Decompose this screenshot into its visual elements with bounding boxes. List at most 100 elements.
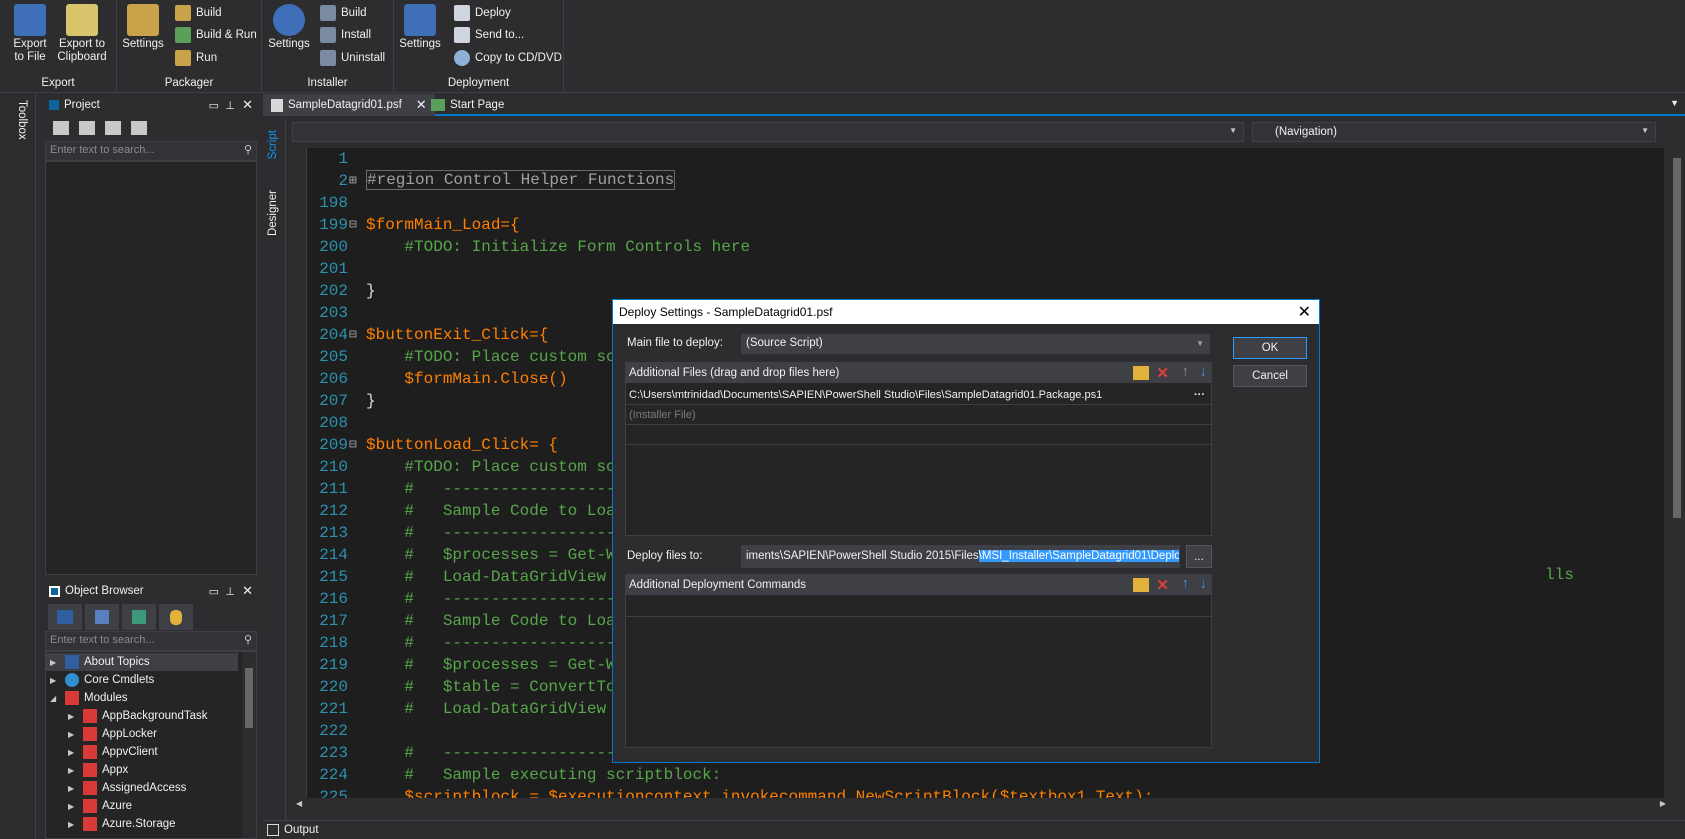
browse-button[interactable]: ... — [1186, 545, 1212, 568]
tree-item-modules[interactable]: ◢ Modules — [50, 689, 127, 707]
tree-item-module[interactable]: ▶ AssignedAccess — [68, 779, 186, 797]
tree-item-about-topics[interactable]: ▶ About Topics — [46, 653, 238, 671]
pin-icon[interactable]: ⊥ — [225, 585, 235, 598]
file-row[interactable]: C:\Users\mtrinidad\Documents\SAPIEN\Powe… — [626, 385, 1211, 405]
row-more-button[interactable]: ··· — [1194, 389, 1205, 401]
tree-item-module[interactable]: ▶ AppBackgroundTask — [68, 707, 207, 725]
folder-icon[interactable] — [131, 121, 147, 135]
send-to-button[interactable]: Send to... — [454, 25, 524, 45]
tab-database[interactable] — [159, 604, 193, 630]
dropdown-arrow-icon: ▼ — [1229, 126, 1237, 135]
tree-item-module[interactable]: ▶ AppvClient — [68, 743, 158, 761]
installer-build-button[interactable]: Build — [320, 3, 367, 23]
editor-vertical-scrollbar[interactable] — [1670, 150, 1685, 798]
deploy-button[interactable]: Deploy — [454, 3, 511, 23]
tree-scrollbar[interactable] — [242, 652, 256, 838]
move-down-icon[interactable]: ↓ — [1200, 363, 1208, 380]
navigation-dropdown[interactable]: (Navigation) ▼ — [1252, 122, 1656, 142]
editor-horizontal-scrollbar[interactable]: ◀ ▶ — [292, 798, 1670, 812]
scrollbar-thumb[interactable] — [1673, 158, 1681, 518]
tab-start-page[interactable]: Start Page — [423, 94, 512, 116]
command-row-empty[interactable] — [626, 597, 1211, 617]
add-folder-icon[interactable] — [1133, 366, 1149, 380]
additional-files-list[interactable]: Additional Files (drag and drop files he… — [625, 362, 1212, 536]
packager-run-button[interactable]: Run — [175, 48, 217, 68]
scrollbar-thumb[interactable] — [245, 668, 253, 728]
maximize-icon[interactable]: ▭ — [209, 585, 219, 598]
project-search-input[interactable]: Enter text to search... ⚲ — [45, 141, 257, 161]
export-to-clipboard-button[interactable]: Export to Clipboard — [56, 4, 108, 64]
tab-dropdown-icon[interactable]: ▼ — [1670, 98, 1679, 108]
output-panel-tab[interactable]: Output — [263, 820, 1685, 839]
ok-button[interactable]: OK — [1233, 337, 1307, 359]
deployment-commands-header: Additional Deployment Commands ✕ ↑ ↓ — [626, 575, 1211, 595]
close-icon[interactable]: ✕ — [242, 97, 253, 113]
start-page-icon — [431, 99, 445, 111]
file-row-empty[interactable] — [626, 425, 1211, 445]
line-number: 210 — [319, 458, 348, 476]
packager-build-run-button[interactable]: Build & Run — [175, 25, 257, 45]
deployment-settings-button[interactable]: Settings — [398, 4, 442, 51]
fold-toggle-icon[interactable]: ⊟ — [349, 324, 357, 346]
tree-item-module[interactable]: ▶ AppLocker — [68, 725, 157, 743]
new-folder-icon[interactable] — [105, 121, 121, 135]
packager-build-run-label: Build & Run — [196, 29, 257, 41]
packager-group-label: Packager — [164, 77, 214, 89]
fold-toggle-icon[interactable]: ⊟ — [349, 214, 357, 236]
clipboard-icon — [66, 4, 98, 36]
project-panel: Project ▭ ⊥ ✕ Enter text to search... ⚲ — [45, 95, 257, 577]
maximize-icon[interactable]: ▭ — [209, 99, 219, 112]
code-text: # ---------------------- — [366, 524, 655, 542]
tree-item-module[interactable]: ▶ Azure.Storage — [68, 815, 176, 833]
deployment-group-label: Deployment — [447, 77, 510, 89]
deploy-path-input[interactable]: iments\SAPIEN\PowerShell Studio 2015\Fil… — [741, 545, 1180, 568]
packager-settings-button[interactable]: Settings — [121, 4, 165, 51]
delete-icon[interactable]: ✕ — [1156, 364, 1169, 382]
ribbon-group-installer: Settings Build Install Uninstall Install… — [262, 0, 394, 93]
copy-cd-button[interactable]: Copy to CD/DVD — [454, 48, 562, 68]
cancel-button[interactable]: Cancel — [1233, 365, 1307, 387]
additional-files-label: Additional Files (drag and drop files he… — [629, 367, 840, 379]
deployment-commands-label: Additional Deployment Commands — [629, 579, 807, 591]
object-search-input[interactable]: Enter text to search... ⚲ — [45, 631, 257, 651]
line-number: 206 — [319, 370, 348, 388]
tab-script[interactable]: Script — [267, 130, 279, 159]
move-up-icon[interactable]: ↑ — [1182, 363, 1190, 380]
add-folder-icon[interactable] — [1133, 578, 1149, 592]
line-number: 204 — [319, 326, 348, 344]
tree-item-module[interactable]: ▶ Azure — [68, 797, 132, 815]
dialog-close-icon[interactable]: ✕ — [1298, 302, 1311, 322]
export-to-file-button[interactable]: Export to File — [6, 4, 54, 64]
tree-item-core-cmdlets[interactable]: ▶ Core Cmdlets — [50, 671, 154, 689]
tab-dotnet[interactable] — [85, 604, 119, 630]
additional-files-header: Additional Files (drag and drop files he… — [626, 363, 1211, 383]
pin-icon[interactable]: ⊥ — [225, 99, 235, 112]
installer-settings-button[interactable]: Settings — [267, 4, 311, 51]
tab-wmi[interactable] — [122, 604, 156, 630]
packager-build-button[interactable]: Build — [175, 3, 222, 23]
fold-toggle-icon[interactable]: ⊞ — [349, 170, 357, 192]
scroll-left-icon[interactable]: ◀ — [296, 799, 302, 808]
fold-toggle-icon[interactable]: ⊟ — [349, 434, 357, 456]
main-file-dropdown[interactable]: (Source Script) ▼ — [741, 334, 1210, 354]
new-file-icon[interactable] — [53, 121, 69, 135]
file-row[interactable]: (Installer File) — [626, 405, 1211, 425]
code-text: } — [366, 392, 376, 410]
move-down-icon[interactable]: ↓ — [1200, 575, 1208, 592]
deployment-commands-list[interactable]: Additional Deployment Commands ✕ ↑ ↓ — [625, 574, 1212, 748]
tab-powershell[interactable] — [48, 604, 82, 630]
scope-dropdown[interactable]: ▼ — [292, 122, 1244, 142]
main-file-label: Main file to deploy: — [627, 337, 723, 349]
open-folder-icon[interactable] — [79, 121, 95, 135]
tab-designer[interactable]: Designer — [267, 190, 279, 236]
delete-icon[interactable]: ✕ — [1156, 576, 1169, 594]
move-up-icon[interactable]: ↑ — [1182, 575, 1190, 592]
close-icon[interactable]: ✕ — [242, 583, 253, 599]
tab-sampledatagrid[interactable]: SampleDatagrid01.psf ✕ — [263, 94, 435, 116]
uninstall-button[interactable]: Uninstall — [320, 48, 385, 68]
tree-item-module[interactable]: ▶ Appx — [68, 761, 128, 779]
scroll-right-icon[interactable]: ▶ — [1660, 799, 1666, 808]
toolbox-tab[interactable]: Toolbox — [12, 100, 28, 160]
install-button[interactable]: Install — [320, 25, 371, 45]
packager-run-label: Run — [196, 52, 218, 64]
